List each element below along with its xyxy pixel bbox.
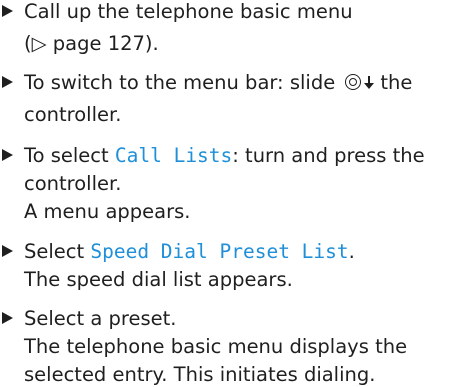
step-text: Call up the telephone basic menu [24, 0, 353, 23]
slide-down-arrow-icon [364, 76, 375, 90]
step-text: Select [24, 240, 91, 263]
step-bullet-icon [2, 312, 13, 324]
step-text: controller. [24, 103, 122, 126]
step-result: A menu appears. [24, 200, 191, 223]
menu-item-call-lists: Call Lists [114, 144, 233, 167]
step-bullet-icon [2, 76, 13, 88]
step-bullet-icon [2, 149, 13, 161]
step-bullet-icon [2, 5, 13, 17]
step-text: To switch to the menu bar: slide [24, 71, 336, 94]
step-text: Select a preset. [24, 307, 177, 330]
step-text-line: To select Call Lists: turn and press the [24, 144, 425, 168]
step-text: : turn and press the [232, 144, 425, 167]
page-reference: (▷ page 127). [24, 32, 159, 55]
step-text: the [380, 71, 413, 94]
step-bullet-icon [2, 245, 13, 257]
step-text: . [348, 240, 355, 263]
step-text-line: To switch to the menu bar: slide the [24, 71, 412, 95]
step-result: The telephone basic menu displays the [24, 335, 408, 358]
step-text: To select [24, 144, 115, 167]
step-result: The speed dial list appears. [24, 268, 293, 291]
step-text: controller. [24, 172, 122, 195]
step-result: selected entry. This initiates dialing. [24, 363, 376, 386]
controller-icon [345, 74, 362, 91]
menu-item-speed-dial-preset-list: Speed Dial Preset List [90, 240, 349, 263]
step-text-line: Select Speed Dial Preset List. [24, 240, 355, 264]
